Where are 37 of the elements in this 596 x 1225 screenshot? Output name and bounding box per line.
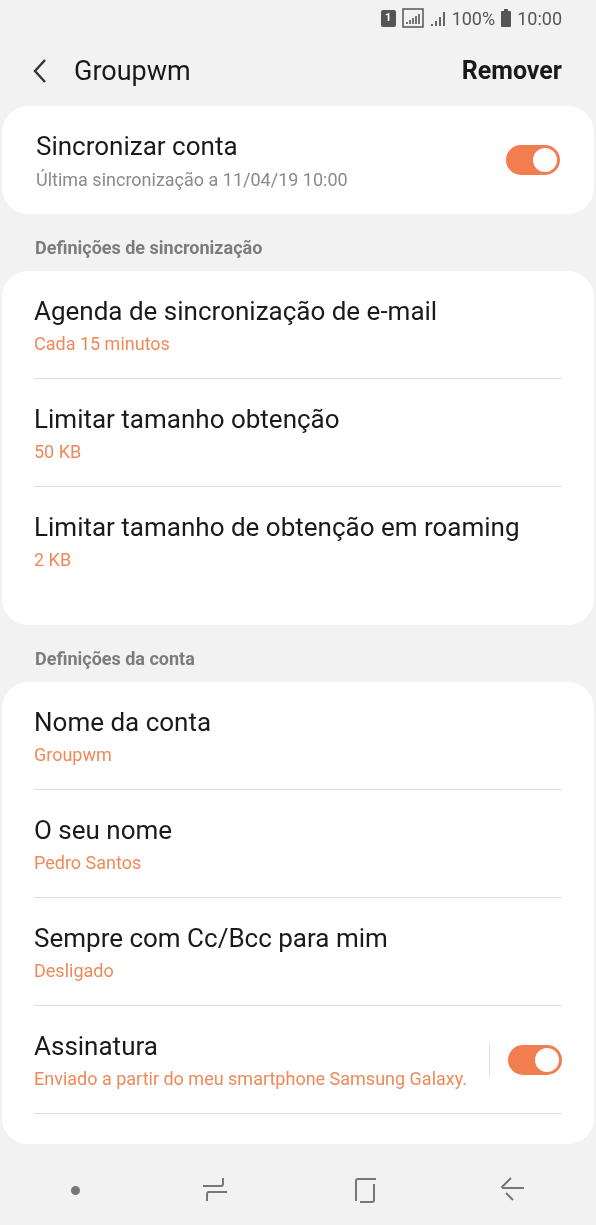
setting-row[interactable]: Nome da conta Groupwm <box>34 682 562 790</box>
setting-title: Limitar tamanho obtenção <box>34 402 341 436</box>
setting-value: Pedro Santos <box>34 850 143 875</box>
toggle-switch[interactable] <box>508 1044 562 1075</box>
battery-icon <box>501 9 512 27</box>
signal-icon <box>429 9 446 27</box>
sim-badge: 1 <box>380 9 396 27</box>
setting-row[interactable]: Agenda de sincronização de e-mail Cada 15 minutos <box>34 271 562 379</box>
setting-subtitle: Última sincronização a 11/04/19 10:00 <box>36 168 349 192</box>
setting-row[interactable]: Limitar tamanho de obtenção em roaming 2 KB <box>34 487 562 595</box>
section-header: Definições de sincronização <box>34 236 264 260</box>
setting-row[interactable]: Assinatura Enviado a partir do meu smartphone Samsung Galaxy. <box>34 1006 562 1114</box>
setting-value: Desligado <box>34 958 115 983</box>
battery-level: 100% <box>451 6 496 31</box>
setting-value: 50 KB <box>34 439 83 464</box>
setting-title: Assinatura <box>34 1029 159 1063</box>
setting-title: Agenda de sincronização de e-mail <box>34 294 439 328</box>
setting-title: Sempre com Cc/Bcc para mim <box>34 921 389 955</box>
clock: 10:00 <box>517 6 562 31</box>
setting-row[interactable]: O seu nome Pedro Santos <box>34 790 562 898</box>
recent-apps-icon[interactable] <box>202 1176 229 1204</box>
setting-row[interactable]: Sempre com Cc/Bcc para mim Desligado <box>34 898 562 1006</box>
setting-value: Cada 15 minutos <box>34 331 171 356</box>
setting-value: Groupwm <box>34 742 113 767</box>
setting-title: Limitar tamanho de obtenção em roaming <box>34 511 521 544</box>
setting-title: O seu nome <box>34 813 174 847</box>
back-icon[interactable] <box>32 58 48 84</box>
signal-icon <box>401 8 424 28</box>
setting-title: Nome da conta <box>34 705 213 739</box>
setting-title: Sincronizar conta <box>36 130 239 163</box>
setting-value: Enviado a partir do meu smartphone Samsung Galaxy. <box>34 1066 469 1091</box>
page-title: Groupwm <box>74 53 192 89</box>
setting-row[interactable]: Limitar tamanho obtenção 50 KB <box>34 379 562 487</box>
remove-button[interactable]: Remover <box>461 52 562 90</box>
section-header: Definições da conta <box>34 647 196 671</box>
setting-value: 2 KB <box>34 548 73 572</box>
toggle-switch[interactable] <box>506 145 560 175</box>
